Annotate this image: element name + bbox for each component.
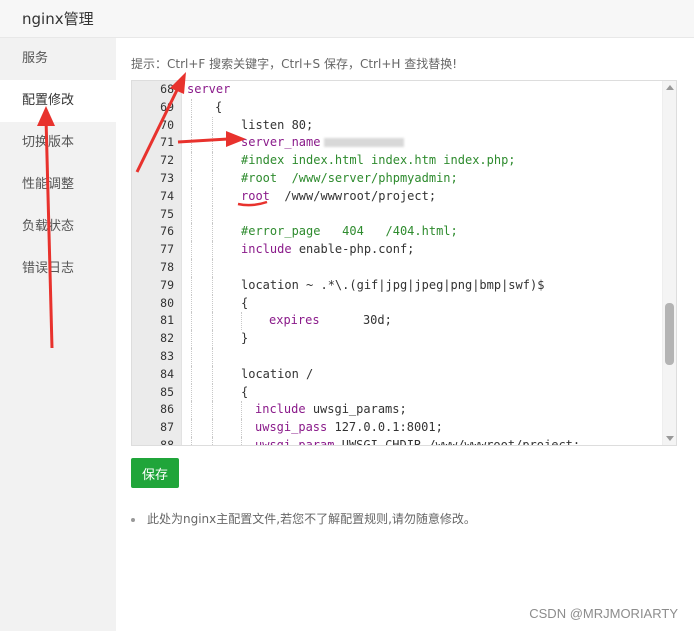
code-line[interactable]: 83 bbox=[132, 347, 664, 366]
line-number: 74 bbox=[160, 188, 174, 203]
sidebar-item-performance[interactable]: 性能调整 bbox=[0, 164, 116, 206]
code-text: server bbox=[187, 82, 231, 96]
code-line[interactable]: 75 bbox=[132, 205, 664, 224]
code-text: location / bbox=[241, 366, 314, 381]
directive-root: root bbox=[241, 188, 270, 203]
line-number: 75 bbox=[160, 206, 174, 221]
directive-server-name: server_name bbox=[241, 135, 321, 150]
code-line[interactable]: 70 listen 80; bbox=[132, 116, 664, 135]
editor-scrollbar[interactable] bbox=[662, 81, 676, 445]
code-text: UWSGI_CHDIR /www/wwwroot/project; bbox=[341, 437, 581, 446]
line-number: 82 bbox=[160, 331, 174, 346]
code-line[interactable]: 73 #root /www/server/phpmyadmin; bbox=[132, 169, 664, 188]
code-text: uwsgi_params; bbox=[312, 402, 407, 417]
code-text: 30d; bbox=[362, 313, 392, 328]
code-text: enable-php.conf; bbox=[298, 242, 415, 257]
code-text: /www/wwwroot/project; bbox=[284, 188, 437, 203]
line-number: 73 bbox=[160, 170, 174, 185]
code-line[interactable]: 80 { bbox=[132, 294, 664, 313]
code-line[interactable]: 72 #index index.html index.htm index.php; bbox=[132, 152, 664, 170]
code-line[interactable]: 74 root /www/wwwroot/project; bbox=[132, 187, 664, 206]
code-line[interactable]: 82} bbox=[132, 330, 664, 348]
code-line[interactable]: 85 { bbox=[132, 383, 664, 402]
sidebar-item-error-log[interactable]: 错误日志 bbox=[0, 248, 116, 290]
directive-expires: expires bbox=[269, 313, 320, 328]
directive-include: include bbox=[241, 242, 292, 257]
sidebar: 服务 配置修改 切换版本 性能调整 负载状态 错误日志 bbox=[0, 38, 116, 631]
code-text: { bbox=[241, 295, 249, 310]
line-number: 68 bbox=[160, 82, 174, 96]
code-line[interactable]: 78 bbox=[132, 258, 664, 277]
line-number: 86 bbox=[160, 402, 174, 417]
code-lines[interactable]: 68 server 69{ 70 listen 80; 71 server_name … bbox=[132, 81, 664, 446]
code-line[interactable]: 84 location / bbox=[132, 365, 664, 384]
bullet-icon bbox=[131, 517, 135, 522]
line-number: 72 bbox=[160, 153, 174, 168]
code-editor[interactable]: 68 server 69{ 70 listen 80; 71 server_name … bbox=[131, 80, 677, 446]
line-number: 84 bbox=[160, 366, 174, 381]
line-number: 79 bbox=[160, 277, 174, 292]
config-note: 此处为nginx主配置文件,若您不了解配置规则,请勿随意修改。 bbox=[131, 510, 476, 527]
scroll-down-icon[interactable] bbox=[666, 436, 674, 441]
code-line[interactable]: 69 { bbox=[132, 98, 664, 117]
code-line[interactable]: 81 expires 30d; bbox=[132, 312, 664, 331]
redacted-value bbox=[324, 138, 405, 148]
code-text: location ~ .*\.(gif|jpg|jpeg|png|bmp|swf… bbox=[241, 277, 545, 292]
save-button[interactable]: 保存 bbox=[131, 458, 179, 488]
directive-include: include bbox=[255, 402, 306, 417]
line-number: 77 bbox=[160, 242, 174, 257]
code-text: #error_page 404 /404.html; bbox=[241, 224, 458, 239]
line-number: 71 bbox=[160, 135, 174, 150]
line-number: 76 bbox=[160, 224, 174, 239]
main-panel: 提示：Ctrl+F 搜索关键字，Ctrl+S 保存，Ctrl+H 查找替换! 6… bbox=[116, 38, 694, 631]
line-number: 81 bbox=[160, 313, 174, 328]
directive-uwsgi-param: uwsgi_param bbox=[255, 437, 335, 446]
code-line[interactable]: 79 location ~ .*\.(gif|jpg|jpeg|png|bmp|s… bbox=[132, 276, 664, 295]
line-number: 70 bbox=[160, 117, 174, 132]
scroll-up-icon[interactable] bbox=[666, 85, 674, 90]
code-line[interactable]: 87 uwsgi_pass 127.0.0.1:8001; bbox=[132, 419, 664, 437]
code-line[interactable]: 77 include enable-php.conf; bbox=[132, 241, 664, 259]
watermark: CSDN @MRJMORIARTY bbox=[529, 606, 678, 621]
line-number: 69 bbox=[160, 99, 174, 114]
sidebar-item-load-status[interactable]: 负载状态 bbox=[0, 206, 116, 248]
scroll-thumb[interactable] bbox=[665, 303, 674, 365]
note-text: 此处为nginx主配置文件,若您不了解配置规则,请勿随意修改。 bbox=[147, 512, 476, 526]
code-text: #index index.html index.htm index.php; bbox=[241, 153, 516, 168]
code-text: 127.0.0.1:8001; bbox=[334, 420, 443, 435]
sidebar-item-config[interactable]: 配置修改 bbox=[0, 80, 116, 122]
line-number: 85 bbox=[160, 384, 174, 399]
line-number: 88 bbox=[160, 437, 174, 446]
code-line[interactable]: 88 uwsgi_param UWSGI_CHDIR /www/wwwroot/p… bbox=[132, 436, 664, 446]
window-title: nginx管理 bbox=[0, 0, 694, 38]
directive-uwsgi-pass: uwsgi_pass bbox=[255, 420, 328, 435]
code-text: #root /www/server/phpmyadmin; bbox=[241, 170, 458, 185]
code-line[interactable]: 71 server_name bbox=[132, 134, 664, 153]
code-text: listen 80; bbox=[241, 117, 314, 132]
code-line[interactable]: 68 server bbox=[132, 81, 664, 99]
code-text: { bbox=[215, 99, 223, 114]
sidebar-item-switch-version[interactable]: 切换版本 bbox=[0, 122, 116, 164]
code-line[interactable]: 86 include uwsgi_params; bbox=[132, 401, 664, 420]
code-text: } bbox=[241, 331, 249, 346]
line-number: 83 bbox=[160, 348, 174, 363]
shortcut-hint: 提示：Ctrl+F 搜索关键字，Ctrl+S 保存，Ctrl+H 查找替换! bbox=[131, 57, 458, 71]
sidebar-item-service[interactable]: 服务 bbox=[0, 38, 116, 80]
line-number: 87 bbox=[160, 420, 174, 435]
code-line[interactable]: 76 #error_page 404 /404.html; bbox=[132, 223, 664, 242]
line-number: 80 bbox=[160, 295, 174, 310]
line-number: 78 bbox=[160, 259, 174, 274]
code-text: { bbox=[241, 384, 249, 399]
